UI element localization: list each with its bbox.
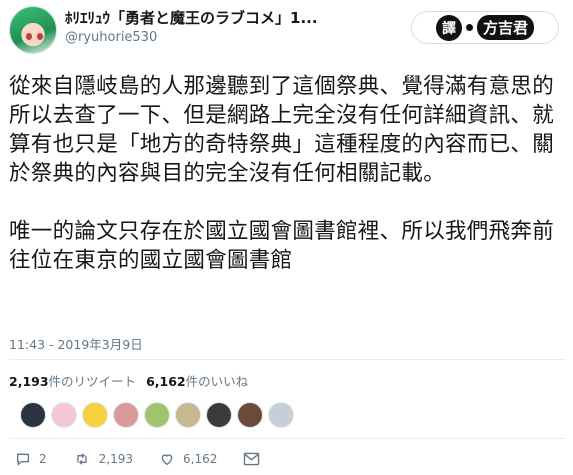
like-button[interactable]: 6,162 [159,451,217,467]
like-count: 6,162 [183,452,218,466]
badge-char: 譯 [435,14,462,41]
avatar-eye-left [26,33,32,40]
tweet-stats: 2,193件のリツイート 6,162件のいいね [9,371,248,390]
divider [9,438,565,439]
like-stat[interactable]: 6,162件のいいね [146,374,248,389]
like-stat-count: 6,162 [146,374,186,389]
direct-message-button[interactable] [243,452,260,466]
tweet-paragraph: 從來自隱岐島的人那邊聽到了這個祭典、覺得滿有意思的所以去查了一下、但是網路上完全… [9,74,555,186]
liker-avatar[interactable] [237,402,263,428]
tweet-paragraph: 唯一的論文只存在於國立國會圖書館裡、所以我們飛奔前往位在東京的國立國會圖書館 [9,219,555,273]
liker-avatar[interactable] [206,402,232,428]
display-name[interactable]: ﾎﾘｴﾘｭｳ「勇者と魔王のラブコメ」1... [65,7,365,28]
liker-avatar[interactable] [20,402,46,428]
tweet-timestamp[interactable]: 11:43 - 2019年3月9日 [9,334,143,353]
retweet-stat-label: 件のリツイート [48,374,137,389]
liker-avatars [20,402,294,430]
divider [9,359,565,360]
badge-text: 方吉君 [476,15,534,40]
avatar-eye-right [37,33,43,40]
like-stat-label: 件のいいね [185,374,249,389]
retweet-stat-count: 2,193 [9,374,49,389]
tweet-text: 從來自隱岐島的人那邊聽到了這個祭典、覺得滿有意思的所以去查了一下、但是網路上完全… [9,72,565,275]
mail-icon [244,452,260,466]
liker-avatar[interactable] [144,402,170,428]
heart-icon [161,454,173,466]
liker-avatar[interactable] [175,402,201,428]
retweet-count: 2,193 [98,452,133,466]
retweet-button[interactable]: 2,193 [73,451,133,467]
liker-avatar[interactable] [82,402,108,428]
retweet-stat[interactable]: 2,193件のリツイート [9,374,136,389]
retweet-icon [76,453,87,465]
liker-avatar[interactable] [51,402,77,428]
liker-avatar[interactable] [113,402,139,428]
reply-button[interactable]: 2 [15,451,47,467]
user-handle[interactable]: @ryuhorie530 [65,30,157,45]
liker-avatar[interactable] [268,402,294,428]
tweet-actions: 2 2,193 6,162 [15,451,275,467]
tweet-header: ﾎﾘｴﾘｭｳ「勇者と魔王のラブコメ」1... @ryuhorie530 譯 方吉… [0,0,573,60]
reply-icon [17,453,29,466]
avatar[interactable] [9,6,57,54]
badge-dot [465,24,473,31]
translator-badge: 譯 方吉君 [411,11,559,44]
reply-count: 2 [39,452,47,466]
